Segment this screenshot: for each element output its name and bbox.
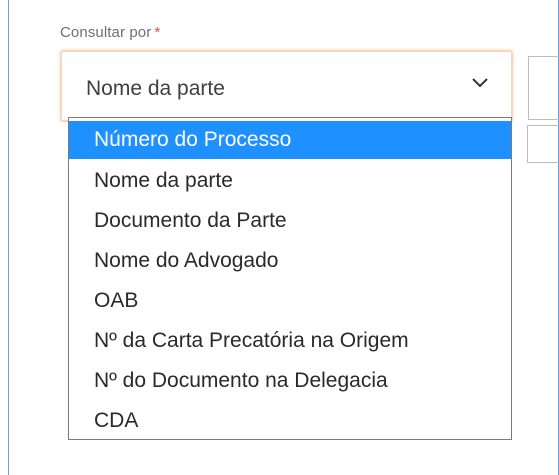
select-current-value: Nome da parte xyxy=(86,77,225,100)
option-documento-delegacia[interactable]: Nº do Documento na Delegacia xyxy=(69,362,511,400)
option-cda[interactable]: CDA xyxy=(69,402,511,440)
option-oab[interactable]: OAB xyxy=(69,282,511,320)
required-asterisk: * xyxy=(154,24,161,41)
option-carta-precatoria[interactable]: Nº da Carta Precatória na Origem xyxy=(69,322,511,360)
adjacent-input[interactable] xyxy=(528,56,559,120)
adjacent-input-small[interactable] xyxy=(527,125,559,163)
consultar-por-label: Consultar por * xyxy=(60,24,160,41)
consultar-por-select[interactable]: Nome da parte xyxy=(60,50,513,122)
field-label-text: Consultar por xyxy=(60,24,152,41)
option-nome-do-advogado[interactable]: Nome do Advogado xyxy=(69,242,511,280)
consultar-por-dropdown-list: Número do Processo Nome da parte Documen… xyxy=(68,117,512,440)
option-numero-do-processo[interactable]: Número do Processo xyxy=(69,121,511,159)
option-nome-da-parte[interactable]: Nome da parte xyxy=(69,162,511,200)
chevron-down-icon xyxy=(472,78,488,88)
option-documento-da-parte[interactable]: Documento da Parte xyxy=(69,202,511,240)
